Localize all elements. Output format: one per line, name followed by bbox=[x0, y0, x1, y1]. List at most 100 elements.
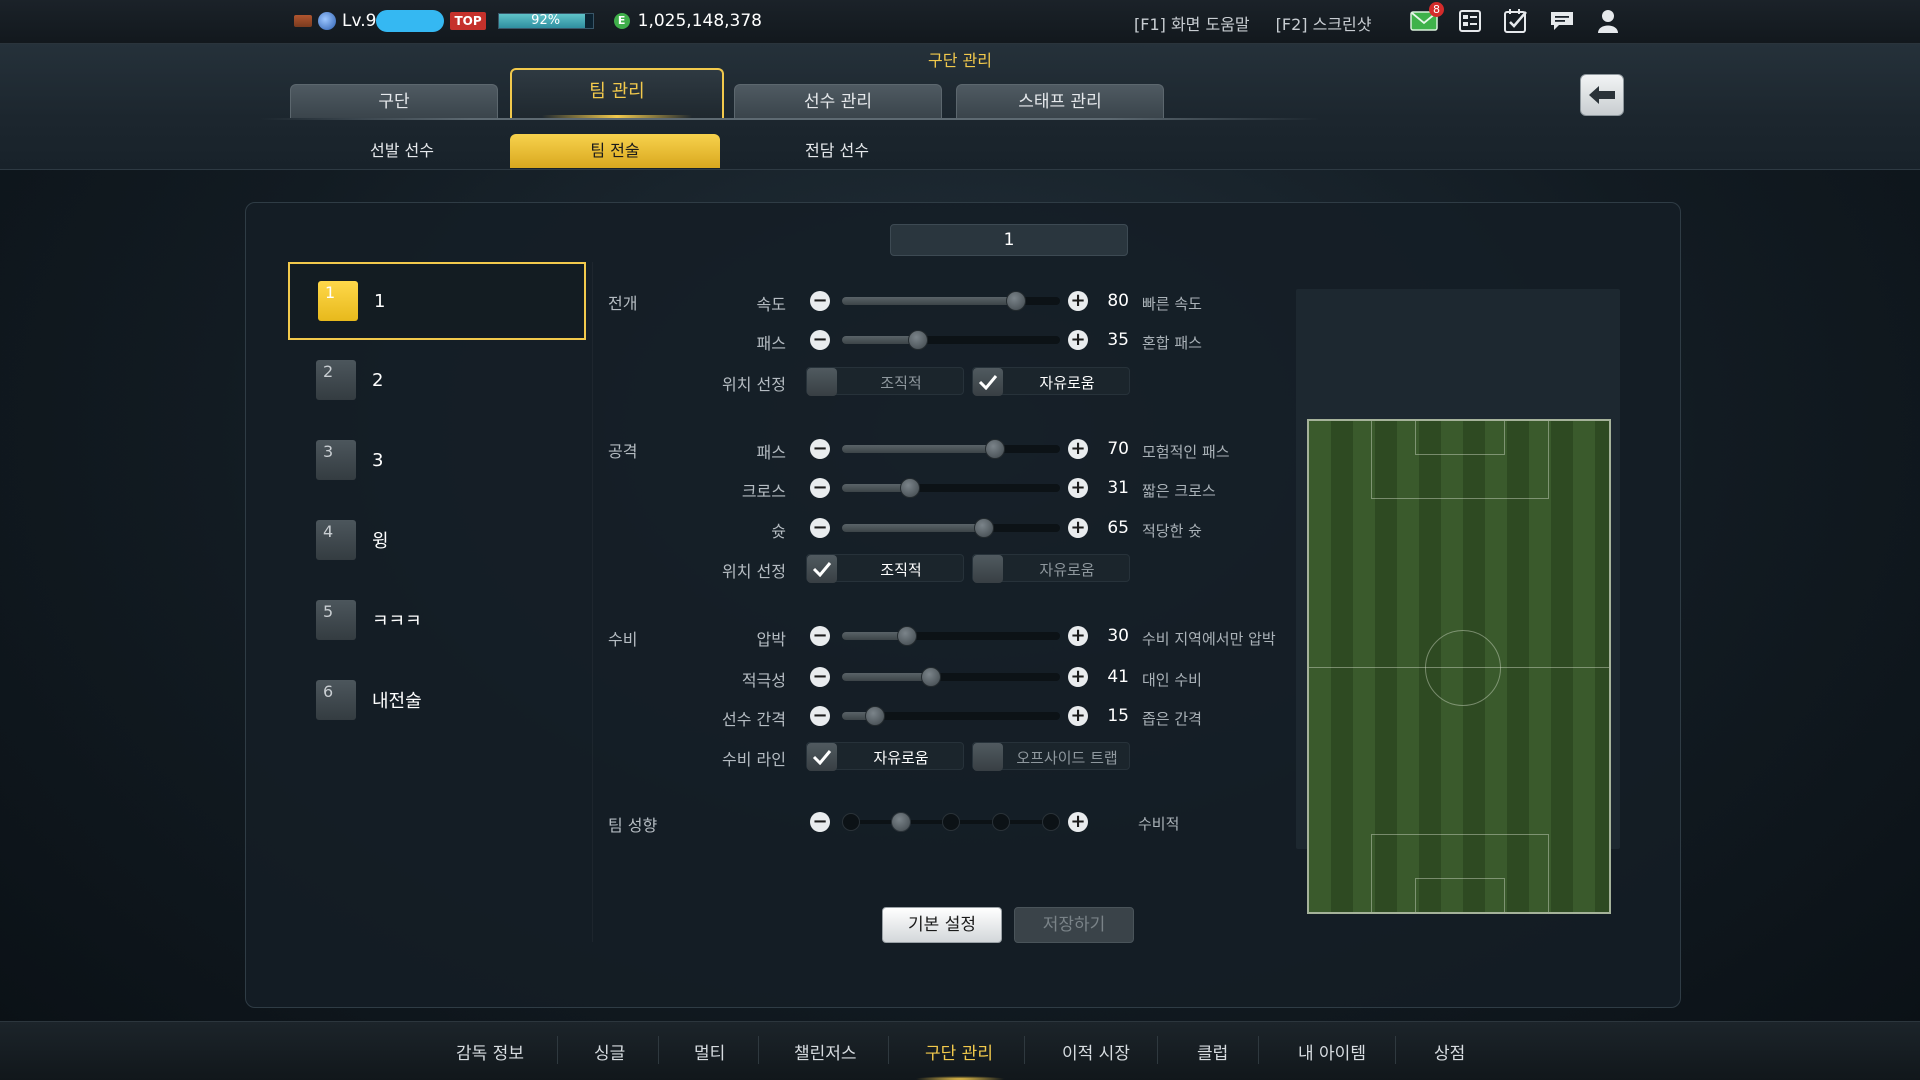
preset-label: 3 bbox=[372, 449, 384, 471]
nav-club[interactable]: 클럽 bbox=[1197, 1039, 1228, 1064]
preset-item[interactable]: 6 내전술 bbox=[288, 660, 586, 740]
attack-passing-slider-knob[interactable] bbox=[984, 439, 1005, 459]
chat-icon[interactable] bbox=[1548, 8, 1576, 34]
buildup-passing-plus-button[interactable]: + bbox=[1068, 330, 1088, 350]
defense-line-free-option[interactable]: 자유로움 bbox=[806, 742, 964, 771]
defense-width-slider-knob[interactable] bbox=[864, 706, 885, 726]
team-style-plus-button[interactable]: + bbox=[1068, 812, 1088, 832]
subtab-team-tactics[interactable]: 팀 전술 bbox=[510, 134, 720, 168]
checkbox-checked[interactable] bbox=[807, 743, 837, 771]
subtab-starting-players[interactable]: 선발 선수 bbox=[297, 134, 507, 168]
team-style-dot[interactable] bbox=[842, 813, 860, 831]
tab-divider bbox=[260, 118, 1320, 120]
option-label: 자유로움 bbox=[1039, 561, 1095, 579]
attack-positioning-free-option[interactable]: 자유로움 bbox=[972, 554, 1130, 583]
buildup-speed-plus-button[interactable]: + bbox=[1068, 291, 1088, 311]
option-label: 조직적 bbox=[880, 374, 922, 392]
xp-bar: 92% bbox=[497, 13, 594, 29]
screenshot-link[interactable]: [F2] 스크린샷 bbox=[1276, 11, 1372, 35]
tab-club[interactable]: 구단 bbox=[290, 84, 498, 118]
check-icon bbox=[978, 375, 998, 390]
defense-aggression-slider-track[interactable] bbox=[842, 673, 1060, 681]
defense-pressure-slider-track[interactable] bbox=[842, 632, 1060, 640]
buildup-passing-value: 35 bbox=[1107, 330, 1129, 350]
nav-single[interactable]: 싱글 bbox=[594, 1039, 625, 1064]
mail-icon[interactable]: 8 bbox=[1410, 2, 1444, 34]
defense-pressure-minus-button[interactable]: − bbox=[810, 626, 830, 646]
attack-crossing-plus-button[interactable]: + bbox=[1068, 478, 1088, 498]
arrow-left-icon bbox=[1589, 86, 1615, 104]
buildup-passing-minus-button[interactable]: − bbox=[810, 330, 830, 350]
defense-width-desc: 좁은 간격 bbox=[1142, 710, 1202, 728]
attack-crossing-minus-button[interactable]: − bbox=[810, 478, 830, 498]
nav-multi[interactable]: 멀티 bbox=[694, 1039, 725, 1064]
defense-aggression-minus-button[interactable]: − bbox=[810, 667, 830, 687]
attack-shooting-slider-track[interactable] bbox=[842, 524, 1060, 532]
tab-team-management[interactable]: 팀 관리 bbox=[510, 68, 724, 120]
buildup-positioning-free-option[interactable]: 자유로움 bbox=[972, 367, 1130, 396]
team-style-dot[interactable] bbox=[942, 813, 960, 831]
attack-shooting-plus-button[interactable]: + bbox=[1068, 518, 1088, 538]
buildup-positioning-organized-option[interactable]: 조직적 bbox=[806, 367, 964, 396]
back-button[interactable] bbox=[1580, 74, 1624, 116]
nav-challengers[interactable]: 챌린저스 bbox=[794, 1039, 857, 1064]
defense-width-label: 선수 간격 bbox=[722, 710, 786, 729]
buildup-passing-slider-track[interactable] bbox=[842, 336, 1060, 344]
checkbox-checked[interactable] bbox=[973, 368, 1003, 396]
attack-passing-minus-button[interactable]: − bbox=[810, 439, 830, 459]
nav-separator bbox=[1395, 1036, 1396, 1064]
preset-item[interactable]: 5 ㅋㅋㅋ bbox=[288, 580, 586, 660]
panel-divider bbox=[592, 262, 593, 942]
checkbox[interactable] bbox=[807, 368, 837, 396]
checkbox-checked[interactable] bbox=[807, 555, 837, 583]
checkbox[interactable] bbox=[973, 555, 1003, 583]
attack-positioning-organized-option[interactable]: 조직적 bbox=[806, 554, 964, 583]
xp-text: 92% bbox=[531, 13, 561, 28]
defense-width-plus-button[interactable]: + bbox=[1068, 706, 1088, 726]
attack-crossing-desc: 짧은 크로스 bbox=[1142, 482, 1216, 500]
preset-list: 1 1 2 2 3 3 4 윙 5 ㅋㅋㅋ 6 내전술 bbox=[288, 262, 586, 740]
profile-icon[interactable] bbox=[1594, 8, 1622, 34]
attack-crossing-slider-knob[interactable] bbox=[899, 478, 920, 498]
preset-name-field[interactable]: 1 bbox=[890, 224, 1128, 256]
defense-aggression-plus-button[interactable]: + bbox=[1068, 667, 1088, 687]
defense-line-offside-trap-option[interactable]: 오프사이드 트랩 bbox=[972, 742, 1130, 771]
subtab-set-piece-takers[interactable]: 전담 선수 bbox=[732, 134, 942, 168]
attack-passing-slider-track[interactable] bbox=[842, 445, 1060, 453]
list-icon[interactable] bbox=[1456, 8, 1484, 34]
preset-item[interactable]: 1 1 bbox=[288, 262, 586, 340]
team-style-dot[interactable] bbox=[992, 813, 1010, 831]
default-settings-button[interactable]: 기본 설정 bbox=[882, 907, 1002, 943]
defense-width-minus-button[interactable]: − bbox=[810, 706, 830, 726]
team-style-dot-selected[interactable] bbox=[891, 812, 911, 832]
help-link[interactable]: [F1] 화면 도움말 bbox=[1134, 11, 1250, 35]
defense-aggression-slider-fill bbox=[842, 673, 932, 681]
option-label: 자유로움 bbox=[873, 749, 929, 767]
preset-item[interactable]: 4 윙 bbox=[288, 500, 586, 580]
attack-passing-plus-button[interactable]: + bbox=[1068, 439, 1088, 459]
attack-shooting-label: 슛 bbox=[771, 522, 786, 541]
attack-shooting-minus-button[interactable]: − bbox=[810, 518, 830, 538]
nav-transfer-market[interactable]: 이적 시장 bbox=[1062, 1039, 1130, 1064]
buildup-speed-minus-button[interactable]: − bbox=[810, 291, 830, 311]
checkbox[interactable] bbox=[973, 743, 1003, 771]
attack-shooting-slider-knob[interactable] bbox=[973, 518, 994, 538]
preset-number: 4 bbox=[316, 520, 356, 560]
nav-shop[interactable]: 상점 bbox=[1434, 1039, 1465, 1064]
buildup-speed-slider-track[interactable] bbox=[842, 297, 1060, 305]
nav-club-management[interactable]: 구단 관리 bbox=[925, 1039, 993, 1064]
defense-pressure-plus-button[interactable]: + bbox=[1068, 626, 1088, 646]
nav-my-items[interactable]: 내 아이템 bbox=[1298, 1039, 1366, 1064]
mail-count-badge: 8 bbox=[1429, 2, 1444, 17]
save-button[interactable]: 저장하기 bbox=[1014, 907, 1134, 943]
attack-crossing-slider-track[interactable] bbox=[842, 484, 1060, 492]
team-style-dot[interactable] bbox=[1042, 813, 1060, 831]
nav-manager-info[interactable]: 감독 정보 bbox=[456, 1039, 524, 1064]
team-style-minus-button[interactable]: − bbox=[810, 812, 830, 832]
tab-player-management[interactable]: 선수 관리 bbox=[734, 84, 942, 118]
tab-staff-management[interactable]: 스태프 관리 bbox=[956, 84, 1164, 118]
preset-item[interactable]: 2 2 bbox=[288, 340, 586, 420]
nation-flag-icon bbox=[294, 15, 312, 27]
preset-item[interactable]: 3 3 bbox=[288, 420, 586, 500]
calendar-check-icon[interactable] bbox=[1502, 8, 1530, 34]
